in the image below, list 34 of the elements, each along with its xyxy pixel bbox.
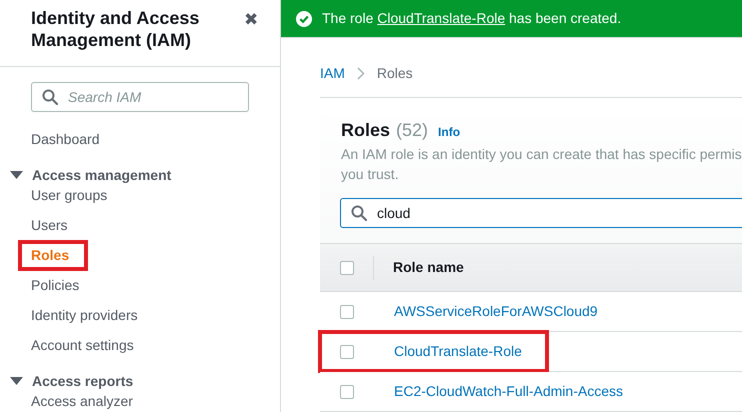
banner-message: The role CloudTranslate-Role has been created. [322, 9, 622, 28]
search-field[interactable]: Search IAM [31, 82, 249, 112]
section-heading: Access reports [32, 372, 134, 391]
row-checkbox[interactable] [340, 384, 354, 398]
chevron-icon [356, 66, 365, 80]
row-checkbox[interactable] [340, 344, 354, 358]
role-name-link[interactable]: CloudTranslate-Role [394, 341, 522, 362]
search-icon [351, 205, 367, 221]
caret-icon[interactable] [10, 377, 23, 385]
nav-link[interactable]: Users [31, 214, 68, 236]
close-button[interactable]: ✖ [244, 11, 258, 28]
panel-title: Roles [341, 119, 390, 142]
description-text: An IAM role is an identity you can create that has specific permis [341, 145, 742, 164]
role-link[interactable]: CloudTranslate-Role [377, 10, 506, 26]
check-circle-icon [296, 10, 312, 26]
description-text: you trust. [341, 165, 400, 184]
nav-link[interactable]: Access analyzer [31, 390, 133, 412]
nav-link[interactable]: Identity providers [31, 304, 138, 326]
info-link[interactable]: Info [438, 123, 460, 141]
nav-link[interactable]: User groups [31, 184, 108, 206]
breadcrumb-item[interactable]: IAM [320, 62, 345, 84]
sidebar-title: Identity and Access Management (IAM) [31, 7, 200, 51]
search-icon [42, 89, 58, 105]
caret-icon[interactable] [10, 171, 23, 179]
select-all-checkbox[interactable] [340, 260, 354, 274]
nav-link[interactable]: Dashboard [31, 128, 100, 150]
row-checkbox[interactable] [340, 304, 354, 318]
role-count: (52) [396, 119, 428, 142]
breadcrumb-item: Roles [376, 64, 413, 82]
search-field[interactable]: cloud [340, 198, 742, 228]
nav-link[interactable]: Account settings [31, 334, 134, 356]
section-heading: Access management [32, 166, 172, 185]
column-header[interactable]: Role name [393, 257, 464, 278]
nav-link[interactable]: Policies [31, 274, 80, 296]
